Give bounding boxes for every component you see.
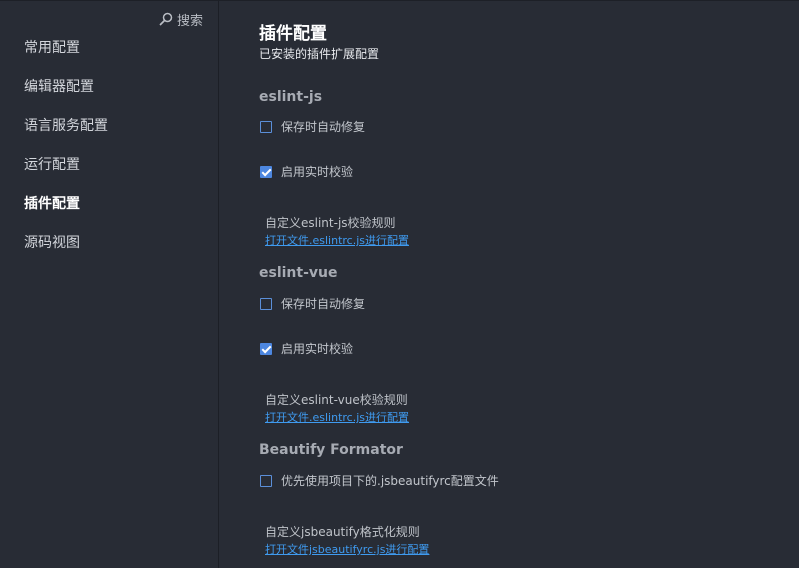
checkbox-box[interactable] [260, 474, 272, 487]
checkbox-label: 保存时自动修复 [281, 120, 366, 134]
section-title-beautify-formator: Beautify Formator [259, 442, 403, 458]
eslint-vue-open-config-link[interactable]: 打开文件.eslintrc.js进行配置 [265, 409, 409, 425]
settings-content: 插件配置 已安装的插件扩展配置 eslint-js 保存时自动修复 启用实时校验… [219, 1, 799, 568]
eslint-js-open-config-link[interactable]: 打开文件.eslintrc.js进行配置 [265, 232, 409, 248]
sidebar-item-editor-settings[interactable]: 编辑器配置 [24, 76, 94, 96]
sidebar-item-language-service-settings[interactable]: 语言服务配置 [24, 115, 108, 135]
checkbox-box[interactable] [260, 120, 272, 133]
section-title-eslint-vue: eslint-vue [259, 265, 338, 281]
beautify-open-config-link[interactable]: 打开文件jsbeautifyrc.js进行配置 [265, 541, 429, 557]
page-title: 插件配置 [259, 24, 327, 44]
sidebar-item-plugin-settings[interactable]: 插件配置 [24, 193, 80, 213]
eslint-js-realtime-check-checkbox[interactable]: 启用实时校验 [260, 163, 353, 180]
search-label: 搜索 [177, 13, 204, 29]
sidebar-item-common-settings[interactable]: 常用配置 [24, 37, 80, 57]
page-subtitle: 已安装的插件扩展配置 [259, 47, 380, 61]
checkbox-box[interactable] [260, 297, 272, 310]
eslint-js-custom-rules-label: 自定义eslint-js校验规则 [265, 216, 396, 230]
search-button[interactable]: 搜索 [158, 10, 204, 29]
checkbox-label: 启用实时校验 [281, 342, 354, 356]
sidebar-item-source-view[interactable]: 源码视图 [24, 232, 80, 252]
eslint-vue-realtime-check-checkbox[interactable]: 启用实时校验 [260, 340, 353, 357]
checkbox-label: 启用实时校验 [281, 165, 354, 179]
search-icon [158, 12, 174, 26]
eslint-vue-autofix-on-save-checkbox[interactable]: 保存时自动修复 [260, 295, 365, 312]
eslint-js-autofix-on-save-checkbox[interactable]: 保存时自动修复 [260, 118, 365, 135]
sidebar-item-run-settings[interactable]: 运行配置 [24, 154, 80, 174]
settings-sidebar: 搜索 常用配置 编辑器配置 语言服务配置 运行配置 插件配置 源码视图 [0, 1, 219, 568]
beautify-prefer-project-config-checkbox[interactable]: 优先使用项目下的.jsbeautifyrc配置文件 [260, 472, 499, 489]
checkbox-box[interactable] [260, 342, 272, 355]
checkbox-label: 优先使用项目下的.jsbeautifyrc配置文件 [281, 474, 499, 488]
section-title-eslint-js: eslint-js [259, 89, 323, 105]
beautify-custom-rules-label: 自定义jsbeautify格式化规则 [265, 525, 420, 539]
eslint-vue-custom-rules-label: 自定义eslint-vue校验规则 [265, 393, 408, 407]
checkbox-label: 保存时自动修复 [281, 297, 366, 311]
checkbox-box[interactable] [260, 165, 272, 178]
